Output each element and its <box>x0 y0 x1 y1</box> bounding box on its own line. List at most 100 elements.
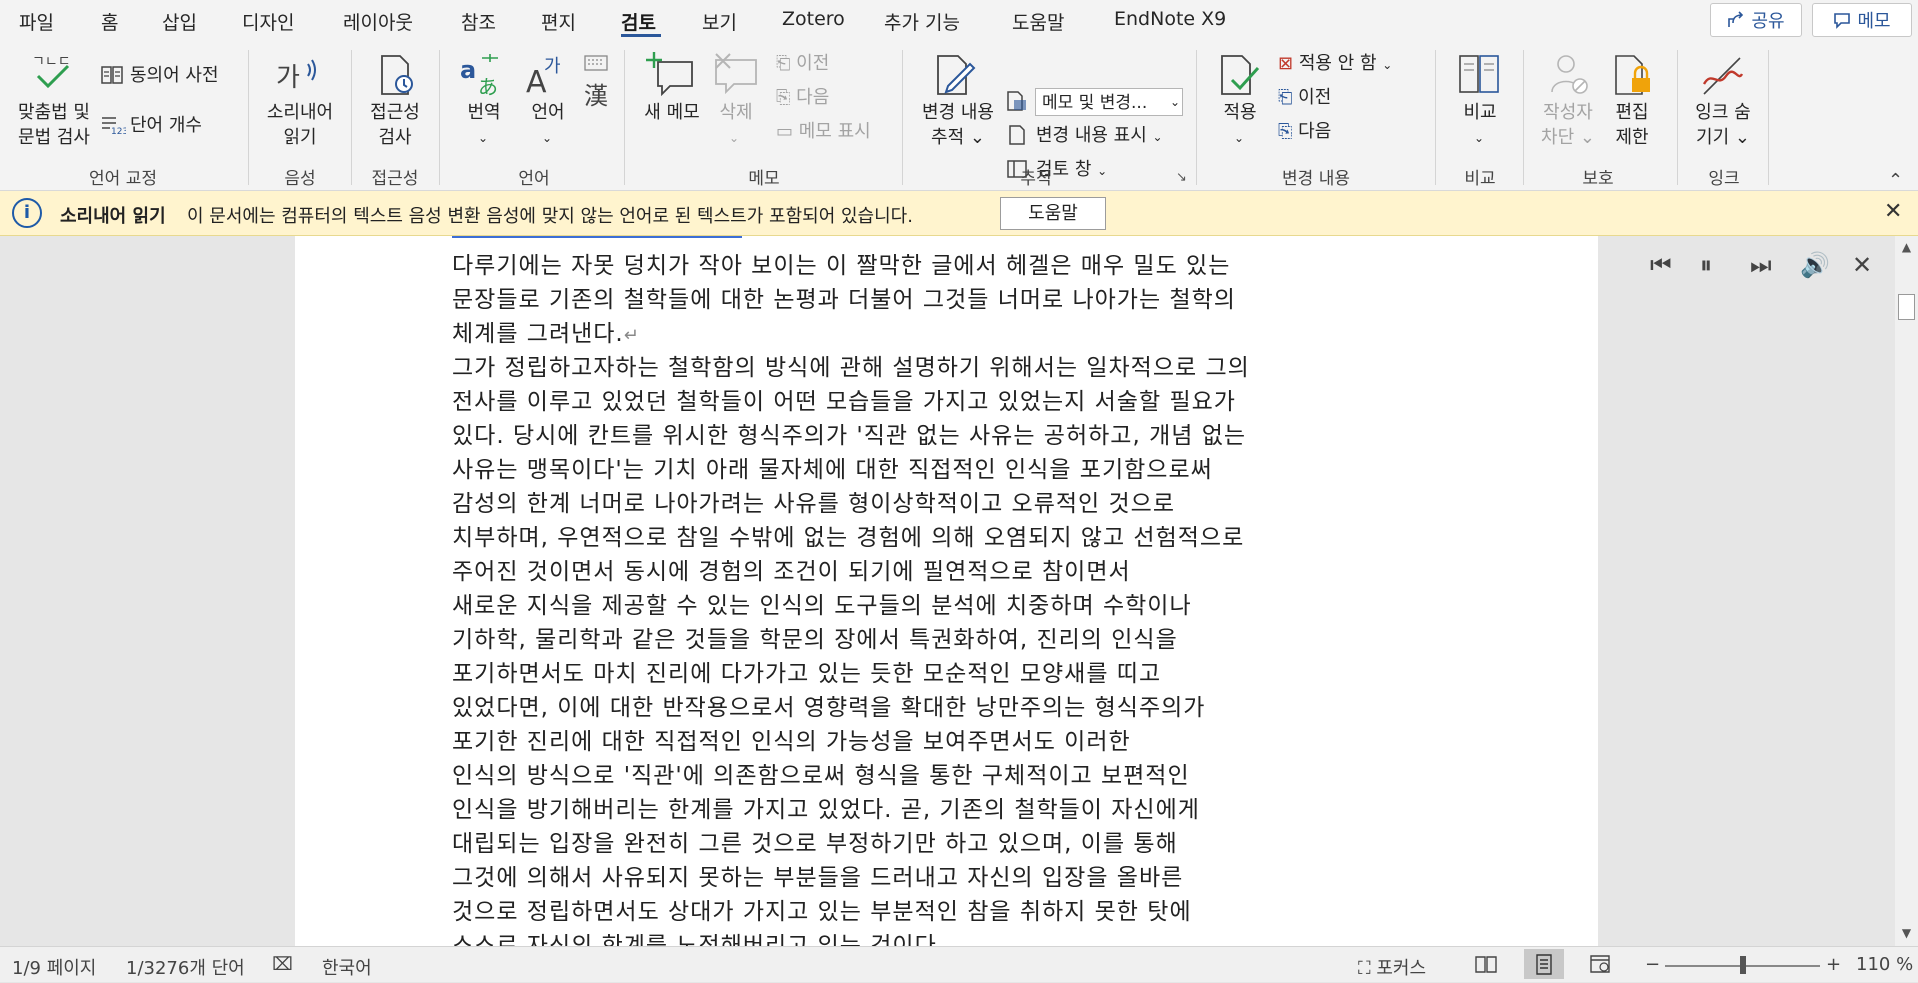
tracking-dialog-launcher-icon[interactable]: ↘ <box>1176 166 1187 190</box>
comments-button[interactable]: 메모 <box>1812 3 1912 37</box>
tab-insert[interactable]: 삽입 <box>162 8 197 35</box>
previous-change-button[interactable]: ⎗ 이전 <box>1278 86 1331 110</box>
keyboard-icon[interactable] <box>584 54 608 72</box>
new-comment-button[interactable]: 새 메모 <box>638 100 706 125</box>
separator <box>1435 50 1436 185</box>
markup-select-chevron-icon: ⌄ <box>1170 95 1181 109</box>
document-page[interactable]: 다루기에는 자못 덩치가 작아 보이는 이 짤막한 글에서 헤겔은 매우 밀도 … <box>295 236 1598 946</box>
track-changes-button[interactable]: 변경 내용 추적 ⌄ <box>918 100 998 150</box>
read-aloud-pause-icon[interactable]: ⏸ <box>1700 251 1712 279</box>
separator <box>1523 50 1524 185</box>
notification-help-button[interactable]: 도움말 <box>1000 197 1106 230</box>
vertical-scrollbar[interactable]: ▲ ▼ <box>1895 236 1918 946</box>
tab-review[interactable]: 검토 <box>621 8 656 35</box>
language-button[interactable]: 언어 <box>526 100 570 125</box>
show-comments-button[interactable]: ▭ 메모 표시 <box>776 120 871 144</box>
zoom-slider-thumb[interactable] <box>1740 956 1746 974</box>
translate-button[interactable]: 번역 <box>462 100 506 125</box>
share-button[interactable]: 공유 <box>1710 3 1802 37</box>
delete-comment-button[interactable]: 삭제 <box>714 100 758 125</box>
accept-change-button[interactable]: 적용 <box>1218 100 1262 125</box>
next-comment-label: 다음 <box>796 87 830 108</box>
read-aloud-button[interactable]: 소리내어 읽기 <box>262 100 338 150</box>
focus-mode-button[interactable]: ⛶ 포커스 <box>1358 954 1426 980</box>
read-aloud-previous-icon[interactable]: ⏮ <box>1650 251 1672 279</box>
scroll-down-icon[interactable]: ▼ <box>1895 926 1918 940</box>
restrict-editing-button[interactable]: 편집 제한 <box>1604 100 1660 150</box>
show-markup-icon <box>1009 125 1025 145</box>
spelling-grammar-button[interactable]: 맞춤법 및 문법 검사 <box>12 100 96 150</box>
next-comment-icon: ⎘ <box>776 87 791 108</box>
translate-dropdown-icon: ⌄ <box>478 131 489 145</box>
focus-label: 포커스 <box>1376 958 1427 979</box>
reject-change-label: 적용 안 함 <box>1298 53 1377 74</box>
document-line: 있다. 당시에 칸트를 위시한 형식주의가 '직관 없는 사유는 공허하고, 개… <box>452 423 1247 449</box>
hide-ink-line2: 기기 ⌄ <box>1696 127 1750 148</box>
show-comments-label: 메모 표시 <box>798 121 871 142</box>
tab-file[interactable]: 파일 <box>19 8 54 35</box>
tab-design[interactable]: 디자인 <box>242 8 294 35</box>
tab-addins[interactable]: 추가 기능 <box>884 8 960 35</box>
proofing-status-icon[interactable]: ⌧ <box>272 954 293 975</box>
accessibility-check-button[interactable]: 접근성 검사 <box>360 100 430 150</box>
print-layout-button[interactable] <box>1524 949 1564 979</box>
collapse-ribbon-icon[interactable]: ⌃ <box>1888 170 1903 191</box>
share-icon <box>1728 11 1744 27</box>
accept-change-icon <box>1221 55 1260 95</box>
tab-layout[interactable]: 레이아웃 <box>343 8 413 35</box>
show-markup-chevron-icon: ⌄ <box>1152 130 1163 144</box>
tab-help[interactable]: 도움말 <box>1012 8 1064 35</box>
tab-zotero[interactable]: Zotero <box>782 8 845 30</box>
close-notification-icon[interactable]: ✕ <box>1884 199 1902 224</box>
hanja-convert-icon[interactable]: 漢 <box>584 84 608 108</box>
markup-display-select[interactable]: 메모 및 변경... <box>1035 88 1183 116</box>
zoom-in-button[interactable]: + <box>1826 954 1841 975</box>
next-comment-button[interactable]: ⎘ 다음 <box>776 86 829 110</box>
delete-comment-icon <box>715 53 757 95</box>
separator <box>248 50 249 185</box>
thesaurus-button[interactable]: 동의어 사전 <box>130 64 219 88</box>
word-count[interactable]: 1/3276개 단어 <box>126 954 245 980</box>
zoom-level[interactable]: 110 % <box>1856 954 1913 975</box>
word-count-icon: 123 <box>102 117 126 136</box>
group-label-tracking: 추적 <box>1020 169 1052 189</box>
zoom-out-button[interactable]: − <box>1645 954 1660 975</box>
delete-dropdown-icon: ⌄ <box>729 131 740 145</box>
web-layout-button[interactable] <box>1580 949 1620 979</box>
show-markup-button[interactable]: 변경 내용 표시 ⌄ <box>1036 124 1163 149</box>
svg-text:あ: あ <box>478 75 498 98</box>
svg-text:가: 가 <box>544 56 561 77</box>
language-indicator[interactable]: 한국어 <box>322 954 372 980</box>
previous-comment-icon: ⎗ <box>776 53 791 74</box>
word-count-button[interactable]: 단어 개수 <box>130 114 202 138</box>
block-authors-button[interactable]: 작성자 차단 ⌄ <box>1534 100 1602 150</box>
tab-home[interactable]: 홈 <box>101 8 118 35</box>
reject-change-button[interactable]: ⊠ 적용 안 함 ⌄ <box>1278 52 1392 77</box>
next-change-button[interactable]: ⎘ 다음 <box>1278 120 1331 144</box>
read-aloud-next-icon[interactable]: ⏭ <box>1750 251 1772 279</box>
document-line: 다루기에는 자못 덩치가 작아 보이는 이 짤막한 글에서 헤겔은 매우 밀도 … <box>452 253 1231 279</box>
tab-endnote[interactable]: EndNote X9 <box>1114 8 1226 30</box>
group-label-compare: 비교 <box>1464 169 1496 189</box>
tab-view[interactable]: 보기 <box>702 8 737 35</box>
scroll-up-icon[interactable]: ▲ <box>1895 240 1918 254</box>
tab-references[interactable]: 참조 <box>461 8 496 35</box>
active-tab-indicator <box>621 34 661 37</box>
document-line: 그것에 의해서 사유되지 못하는 부분들을 드러내고 자신의 입장을 올바른 <box>452 865 1184 891</box>
page-count[interactable]: 1/9 페이지 <box>12 954 96 980</box>
separator <box>624 50 625 185</box>
hide-ink-button[interactable]: 잉크 숨 기기 ⌄ <box>1688 100 1758 150</box>
previous-comment-button[interactable]: ⎗ 이전 <box>776 52 829 76</box>
previous-change-icon: ⎗ <box>1278 87 1293 108</box>
tab-mailings[interactable]: 편지 <box>541 8 576 35</box>
hide-ink-icon <box>1702 57 1744 95</box>
document-line: 주어진 것이면서 동시에 경험의 조건이 되기에 필연적으로 참이면서 <box>452 559 1131 585</box>
read-aloud-settings-icon[interactable]: 🔊 <box>1800 251 1830 279</box>
read-mode-button[interactable] <box>1466 949 1506 979</box>
focus-icon: ⛶ <box>1358 958 1371 979</box>
read-aloud-close-icon[interactable]: ✕ <box>1852 251 1872 279</box>
compare-button[interactable]: 비교 <box>1458 100 1502 125</box>
language-dropdown-icon: ⌄ <box>542 131 553 145</box>
scroll-thumb[interactable] <box>1898 294 1915 320</box>
document-line: 전사를 이루고 있었던 철학들이 어떤 모습들을 가지고 있었는지 서술할 필요… <box>452 389 1236 415</box>
